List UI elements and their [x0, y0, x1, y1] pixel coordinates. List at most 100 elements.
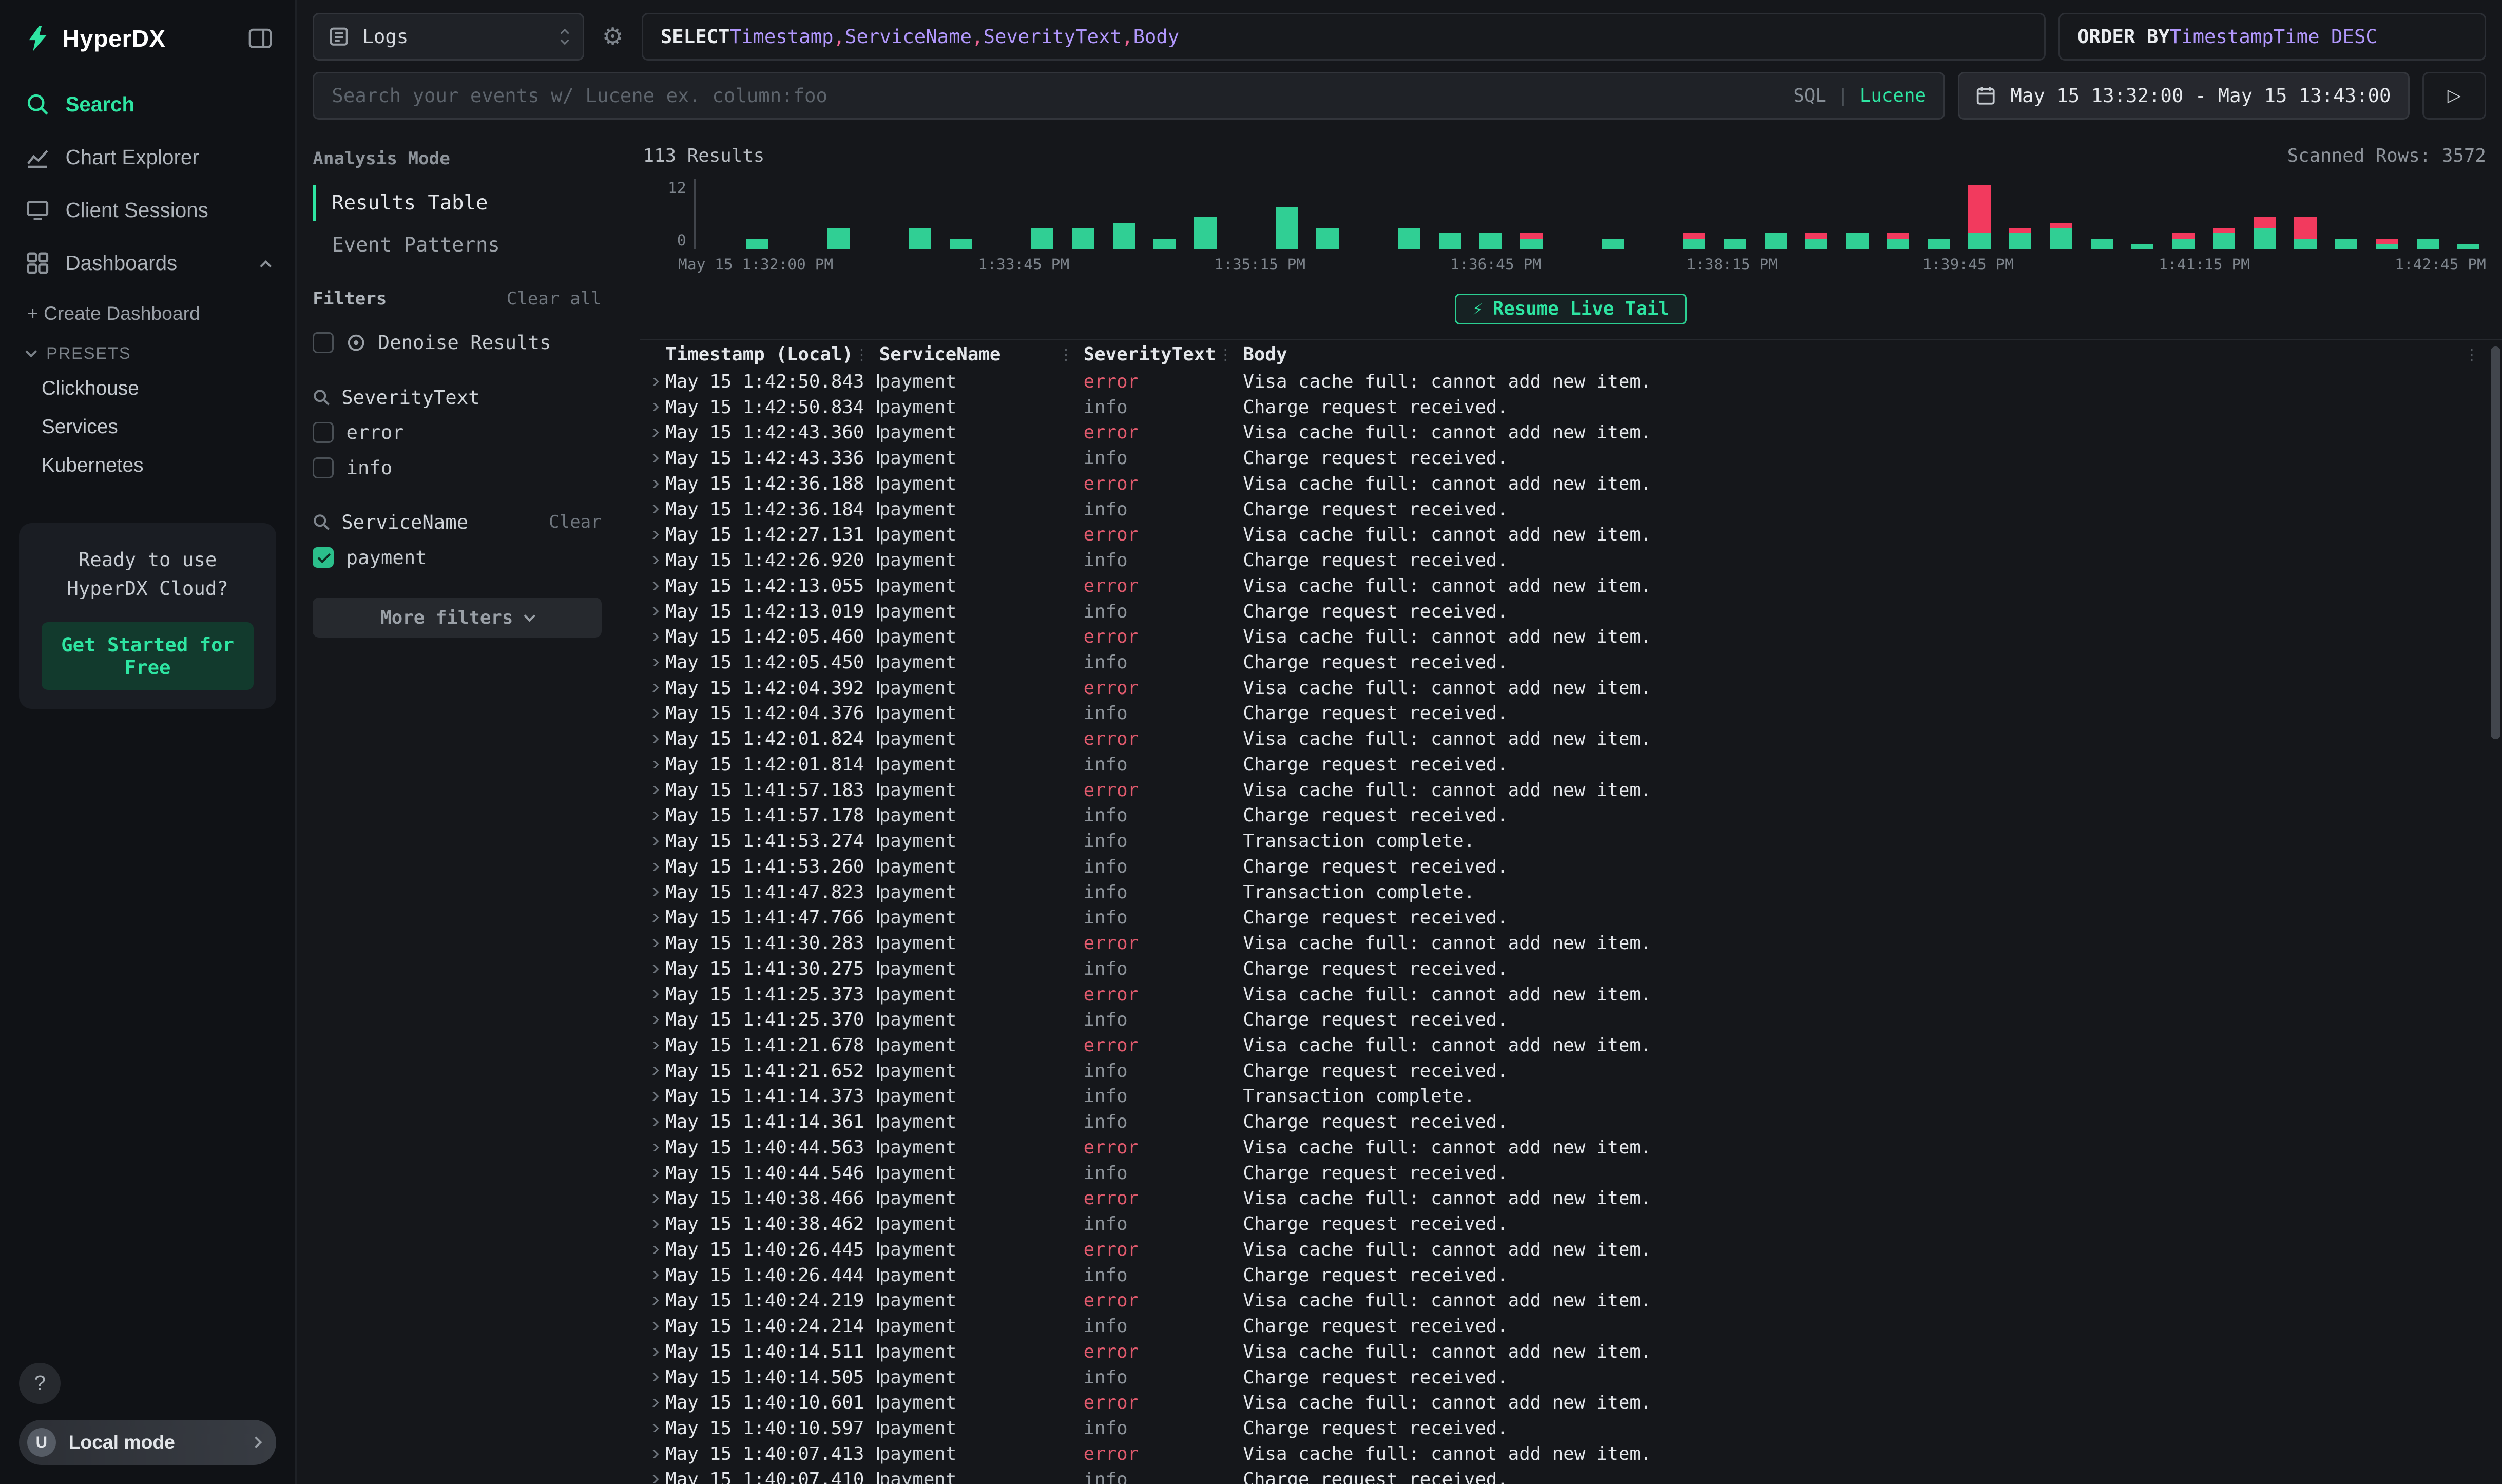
error-checkbox[interactable] — [313, 422, 333, 442]
row-expand-chevron[interactable] — [640, 1297, 665, 1305]
row-expand-chevron[interactable] — [640, 761, 665, 769]
resume-live-tail-button[interactable]: ⚡ Resume Live Tail — [1455, 294, 1687, 324]
table-row[interactable]: May 15 1:42:36.184 PMpaymentinfoCharge r… — [640, 496, 2486, 522]
source-select[interactable]: Logs — [313, 13, 584, 61]
table-row[interactable]: May 15 1:40:38.462 PMpaymentinfoCharge r… — [640, 1211, 2486, 1237]
table-row[interactable]: May 15 1:42:36.188 PMpaymenterrorVisa ca… — [640, 471, 2486, 497]
histogram-bar[interactable] — [1520, 233, 1543, 249]
table-row[interactable]: May 15 1:42:04.376 PMpaymentinfoCharge r… — [640, 701, 2486, 726]
table-row[interactable]: May 15 1:41:21.678 PMpaymenterrorVisa ca… — [640, 1033, 2486, 1058]
row-expand-chevron[interactable] — [640, 786, 665, 794]
table-row[interactable]: May 15 1:42:27.131 PMpaymenterrorVisa ca… — [640, 522, 2486, 548]
row-expand-chevron[interactable] — [640, 1016, 665, 1024]
table-row[interactable]: May 15 1:41:53.274 PMpaymentinfoTransact… — [640, 828, 2486, 854]
histogram-bar[interactable] — [1153, 239, 1176, 249]
table-row[interactable]: May 15 1:41:47.766 PMpaymentinfoCharge r… — [640, 905, 2486, 931]
table-row[interactable]: May 15 1:40:07.413 PMpaymenterrorVisa ca… — [640, 1441, 2486, 1467]
row-expand-chevron[interactable] — [640, 403, 665, 411]
sql-toggle[interactable]: SQL — [1793, 85, 1826, 106]
mode-results-table[interactable]: Results Table — [313, 185, 602, 221]
histogram-bar[interactable] — [1072, 228, 1094, 249]
table-row[interactable]: May 15 1:41:30.283 PMpaymenterrorVisa ca… — [640, 931, 2486, 956]
table-row[interactable]: May 15 1:40:24.214 PMpaymentinfoCharge r… — [640, 1314, 2486, 1339]
row-expand-chevron[interactable] — [640, 1424, 665, 1433]
table-row[interactable]: May 15 1:42:05.460 PMpaymenterrorVisa ca… — [640, 624, 2486, 650]
table-row[interactable]: May 15 1:42:01.814 PMpaymentinfoCharge r… — [640, 752, 2486, 778]
row-expand-chevron[interactable] — [640, 1271, 665, 1279]
search-input[interactable] — [332, 84, 1780, 107]
row-expand-chevron[interactable] — [640, 607, 665, 615]
table-row[interactable]: May 15 1:42:01.824 PMpaymenterrorVisa ca… — [640, 726, 2486, 752]
row-expand-chevron[interactable] — [640, 582, 665, 590]
table-row[interactable]: May 15 1:40:38.466 PMpaymenterrorVisa ca… — [640, 1186, 2486, 1211]
more-filters-button[interactable]: More filters — [313, 598, 602, 638]
row-expand-chevron[interactable] — [640, 633, 665, 641]
clear-all-filters-button[interactable]: Clear all — [507, 288, 602, 309]
row-expand-chevron[interactable] — [640, 1194, 665, 1203]
histogram-bar[interactable] — [2091, 239, 2113, 249]
sidebar-item-search[interactable]: Search — [0, 78, 295, 131]
sidebar-item-clickhouse[interactable]: Clickhouse — [0, 370, 295, 408]
row-expand-chevron[interactable] — [640, 1399, 665, 1407]
histogram-bar[interactable] — [1479, 233, 1502, 249]
histogram-bar[interactable] — [2050, 223, 2072, 249]
row-expand-chevron[interactable] — [640, 684, 665, 692]
table-row[interactable]: May 15 1:40:26.445 PMpaymenterrorVisa ca… — [640, 1237, 2486, 1263]
local-mode-button[interactable]: U Local mode — [19, 1420, 276, 1464]
histogram-bar[interactable] — [1031, 228, 1054, 249]
info-checkbox[interactable] — [313, 457, 333, 478]
table-row[interactable]: May 15 1:42:43.336 PMpaymentinfoCharge r… — [640, 446, 2486, 471]
get-started-button[interactable]: Get Started for Free — [42, 622, 254, 690]
histogram-bar[interactable] — [2131, 244, 2154, 249]
sidebar-item-chart-explorer[interactable]: Chart Explorer — [0, 131, 295, 184]
run-query-button[interactable]: ▷ — [2422, 72, 2486, 120]
table-row[interactable]: May 15 1:40:24.219 PMpaymenterrorVisa ca… — [640, 1288, 2486, 1314]
row-expand-chevron[interactable] — [640, 812, 665, 820]
table-row[interactable]: May 15 1:42:05.450 PMpaymentinfoCharge r… — [640, 650, 2486, 676]
filter-option-payment[interactable]: payment — [313, 540, 602, 575]
histogram-bar[interactable] — [1316, 228, 1339, 249]
filter-option-info[interactable]: info — [313, 450, 602, 486]
row-expand-chevron[interactable] — [640, 939, 665, 948]
row-expand-chevron[interactable] — [640, 735, 665, 743]
histogram-bar[interactable] — [950, 239, 972, 249]
histogram-bar[interactable] — [746, 239, 768, 249]
table-row[interactable]: May 15 1:40:14.505 PMpaymentinfoCharge r… — [640, 1364, 2486, 1390]
table-row[interactable]: May 15 1:40:14.511 PMpaymenterrorVisa ca… — [640, 1339, 2486, 1364]
histogram-bar[interactable] — [1765, 233, 1787, 249]
row-expand-chevron[interactable] — [640, 1475, 665, 1483]
histogram-bar[interactable] — [2335, 239, 2358, 249]
row-expand-chevron[interactable] — [640, 1169, 665, 1177]
histogram-bar[interactable] — [1805, 233, 1828, 249]
row-expand-chevron[interactable] — [640, 837, 665, 845]
histogram-bar[interactable] — [1602, 239, 1624, 249]
order-by-input[interactable]: ORDER BY TimestampTime DESC — [2058, 13, 2486, 61]
clear-servicename-button[interactable]: Clear — [549, 512, 602, 532]
payment-checkbox[interactable] — [313, 547, 333, 568]
histogram-bar[interactable] — [2213, 228, 2236, 249]
column-header-servicename[interactable]: ServiceName⋮ — [879, 344, 1084, 365]
row-expand-chevron[interactable] — [640, 1373, 665, 1381]
row-expand-chevron[interactable] — [640, 914, 665, 922]
histogram-bar[interactable] — [2172, 233, 2195, 249]
sidebar-item-dashboards[interactable]: Dashboards — [0, 237, 295, 290]
sidebar-item-kubernetes[interactable]: Kubernetes — [0, 447, 295, 485]
histogram-bar[interactable] — [2417, 239, 2439, 249]
column-header-severitytext[interactable]: SeverityText⋮ — [1084, 344, 1243, 365]
table-row[interactable]: May 15 1:42:43.360 PMpaymenterrorVisa ca… — [640, 420, 2486, 446]
mode-event-patterns[interactable]: Event Patterns — [313, 227, 602, 263]
table-row[interactable]: May 15 1:41:57.183 PMpaymenterrorVisa ca… — [640, 777, 2486, 803]
table-row[interactable]: May 15 1:40:44.546 PMpaymentinfoCharge r… — [640, 1160, 2486, 1186]
histogram-bar[interactable] — [2457, 244, 2480, 249]
table-row[interactable]: May 15 1:41:57.178 PMpaymentinfoCharge r… — [640, 803, 2486, 828]
table-scrollbar[interactable] — [2491, 346, 2500, 739]
histogram-bar[interactable] — [2254, 217, 2276, 249]
row-expand-chevron[interactable] — [640, 531, 665, 539]
row-expand-chevron[interactable] — [640, 1220, 665, 1228]
row-expand-chevron[interactable] — [640, 454, 665, 462]
table-options-icon[interactable]: ⋮ — [2463, 345, 2486, 364]
row-expand-chevron[interactable] — [640, 1042, 665, 1050]
histogram-bar[interactable] — [1276, 207, 1298, 249]
help-button[interactable]: ? — [19, 1363, 61, 1404]
histogram-bar[interactable] — [2376, 239, 2398, 249]
